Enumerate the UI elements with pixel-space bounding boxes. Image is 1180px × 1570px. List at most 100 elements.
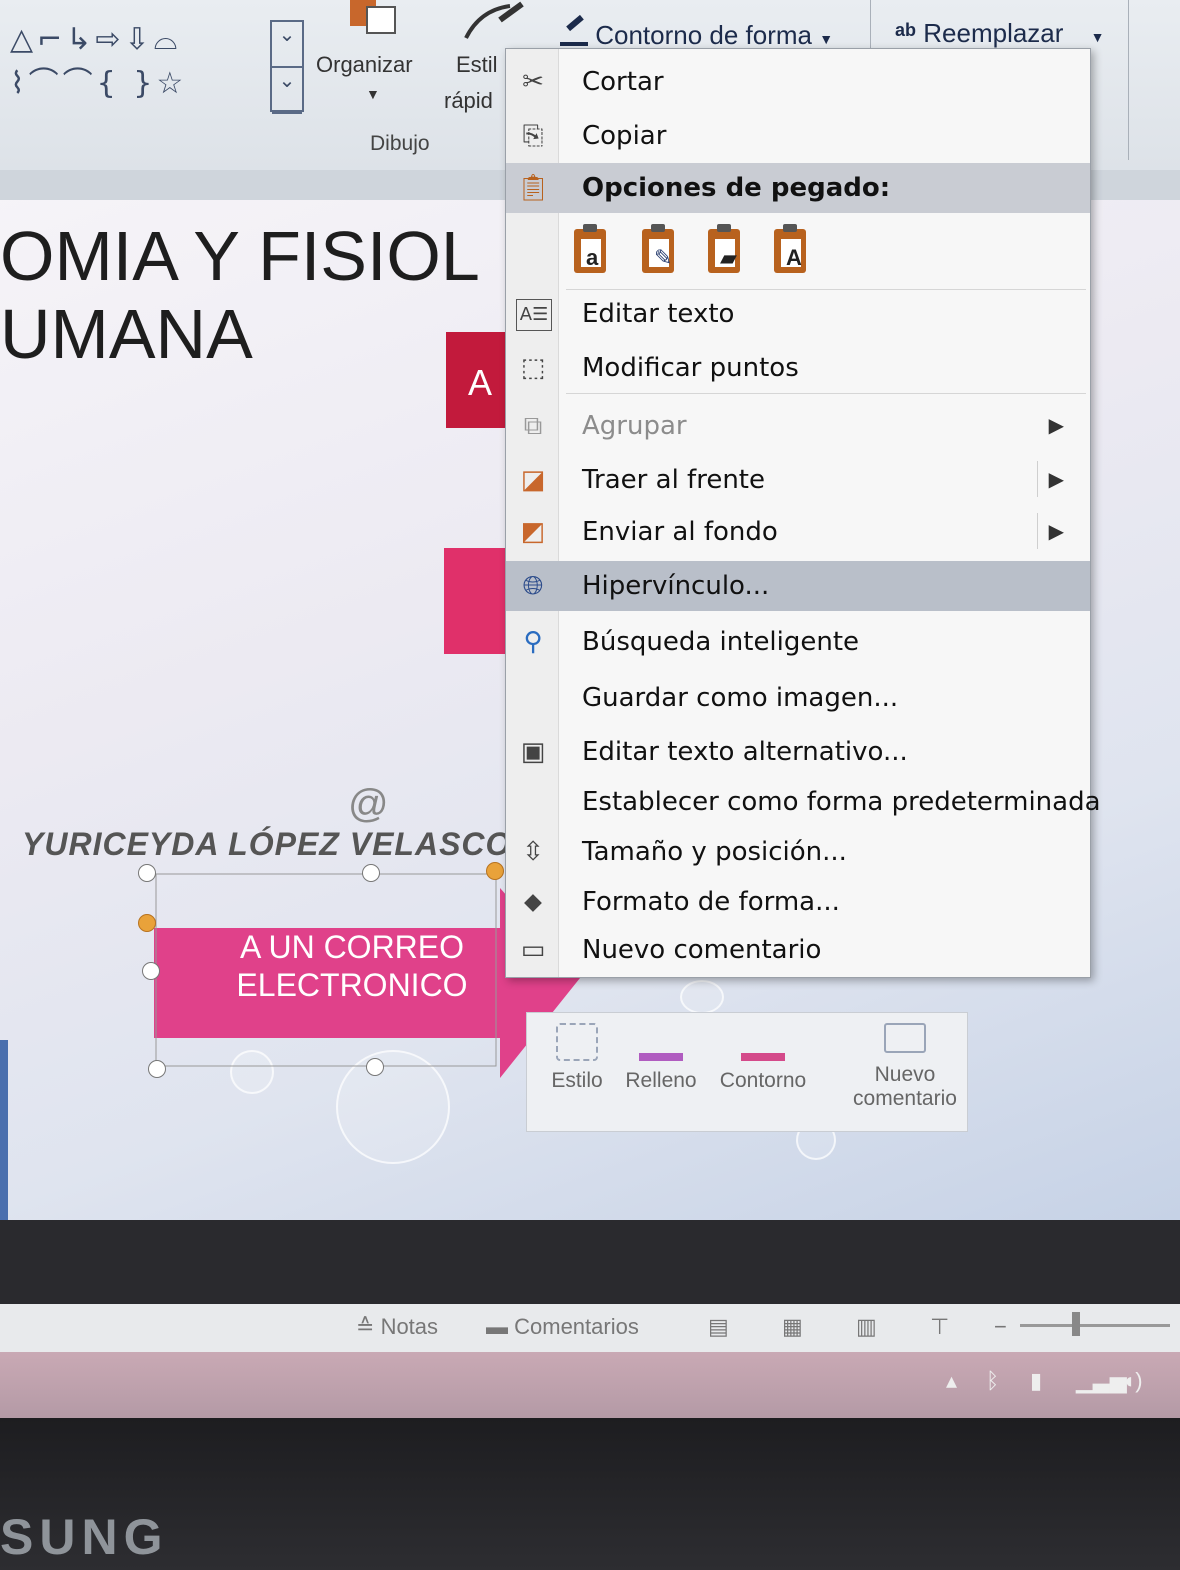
notas-button[interactable]: ≙ Notas xyxy=(356,1314,438,1340)
copy-icon: ⎘ xyxy=(522,121,544,151)
shapes-row-1[interactable]: △⌐↳⇨⇩⌓ xyxy=(10,18,310,62)
menu-item-busqueda-inteligente[interactable]: ⚲ Búsqueda inteligente xyxy=(506,617,1090,667)
comentarios-button[interactable]: ▬ Comentarios xyxy=(486,1314,639,1340)
menu-item-copiar[interactable]: ⎘ Copiar xyxy=(506,111,1090,161)
resize-handle[interactable] xyxy=(148,1060,166,1078)
quick-styles-brush-icon[interactable] xyxy=(460,0,530,44)
slide-title-line-1[interactable]: OMIA Y FISIOL xyxy=(0,216,480,296)
nuevo-comentario-button[interactable]: Nuevo comentario xyxy=(845,1023,965,1111)
edit-points-icon: ⬚ xyxy=(520,353,546,383)
menu-item-editar-texto[interactable]: A☰ Editar texto xyxy=(506,289,1090,339)
menu-item-label: Tamaño y posición... xyxy=(582,837,847,867)
nuevo-label-line-1: Nuevo xyxy=(874,1063,936,1086)
menu-item-enviar-al-fondo[interactable]: ◩ Enviar al fondo ▶ xyxy=(506,507,1090,557)
chevron-down-icon: ▼ xyxy=(819,31,834,47)
menu-item-hipervinculo[interactable]: 🌐︎ Hipervínculo... xyxy=(506,561,1090,611)
menu-item-nuevo-comentario[interactable]: ▭ Nuevo comentario xyxy=(506,925,1090,975)
shapes-row-2[interactable]: ⌇⌒⌒{ }☆ xyxy=(10,62,310,106)
notes-icon: ≙ xyxy=(356,1314,375,1339)
menu-item-traer-al-frente[interactable]: ◪ Traer al frente ▶ xyxy=(506,455,1090,505)
edit-text-icon: A☰ xyxy=(516,299,552,331)
reemplazar-label: Reemplazar xyxy=(923,18,1064,48)
submenu-divider xyxy=(1037,461,1038,497)
signal-icon[interactable]: ▁▃▅ xyxy=(1076,1368,1127,1394)
arrange-icon[interactable] xyxy=(350,0,402,34)
estilos-rapidos-button[interactable]: Estil xyxy=(456,52,498,78)
menu-item-tamano-posicion[interactable]: ⇳ Tamaño y posición... xyxy=(506,827,1090,877)
scissors-icon: ✂ xyxy=(522,67,544,97)
resize-handle[interactable] xyxy=(138,864,156,882)
section-label: Opciones de pegado: xyxy=(582,173,891,203)
clipboard-icon: 📋︎ xyxy=(516,173,550,203)
gallery-more-icon[interactable]: ⌄ xyxy=(272,68,302,114)
menu-item-establecer-predeterminada[interactable]: Establecer como forma predeterminada xyxy=(506,777,1101,827)
bluetooth-icon[interactable]: ᛒ xyxy=(986,1368,999,1394)
reading-view-icon[interactable]: ▥ xyxy=(856,1314,877,1340)
battery-icon[interactable]: ▮ xyxy=(1030,1368,1042,1394)
slideshow-view-icon[interactable]: ⊤ xyxy=(930,1314,949,1340)
shapes-gallery[interactable]: △⌐↳⇨⇩⌓ ⌇⌒⌒{ }☆ xyxy=(10,18,310,118)
slide-sorter-view-icon[interactable]: ▦ xyxy=(782,1314,803,1340)
adjust-handle[interactable] xyxy=(486,862,504,880)
contorno-label: Contorno xyxy=(719,1069,807,1092)
bring-to-front-icon: ◪ xyxy=(520,465,546,495)
smart-lookup-icon: ⚲ xyxy=(523,627,543,657)
contorno-forma-button[interactable]: Contorno de forma ▼ xyxy=(560,14,834,51)
shapes-gallery-scroll[interactable]: ⌄ ⌄ xyxy=(270,20,304,114)
organizar-dropdown-icon[interactable]: ▼ xyxy=(366,86,380,102)
menu-item-modificar-puntos[interactable]: ⬚ Modificar puntos xyxy=(506,343,1090,393)
adjust-handle[interactable] xyxy=(138,914,156,932)
paste-picture-icon[interactable]: ▰ xyxy=(704,223,746,275)
comentarios-label: Comentarios xyxy=(514,1314,639,1339)
menu-item-label: Modificar puntos xyxy=(582,353,799,383)
menu-item-label: Enviar al fondo xyxy=(582,517,778,547)
menu-item-label: Cortar xyxy=(582,67,664,97)
menu-item-editar-texto-alternativo[interactable]: ▣ Editar texto alternativo... xyxy=(506,727,1090,777)
windows-taskbar: ▴ ᛒ ▮ ▁▃▅ ◖) xyxy=(0,1352,1180,1418)
size-position-icon: ⇳ xyxy=(522,837,544,867)
author-name[interactable]: YURICEYDA LÓPEZ VELASCO xyxy=(22,826,511,863)
style-icon xyxy=(556,1023,598,1061)
resize-handle[interactable] xyxy=(366,1058,384,1076)
paste-destination-theme-icon[interactable]: ✎ xyxy=(638,223,680,275)
gallery-scroll-down-icon[interactable]: ⌄ xyxy=(272,22,302,68)
alt-text-icon: ▣ xyxy=(520,737,546,767)
group-icon: ⧉ xyxy=(523,411,543,441)
menu-item-cortar[interactable]: ✂ Cortar xyxy=(506,57,1090,107)
estilo-label: Estilo xyxy=(551,1069,603,1092)
zoom-slider[interactable] xyxy=(1020,1324,1170,1327)
zoom-slider-thumb[interactable] xyxy=(1072,1312,1080,1336)
volume-icon[interactable]: ◖) xyxy=(1122,1368,1143,1394)
slide-title-line-2[interactable]: UMANA xyxy=(0,294,253,374)
menu-separator xyxy=(566,393,1086,394)
resize-handle[interactable] xyxy=(362,864,380,882)
normal-view-icon[interactable]: ▤ xyxy=(708,1314,729,1340)
organizar-button[interactable]: Organizar xyxy=(316,52,413,78)
monitor-bezel xyxy=(0,1418,1180,1570)
decorative-bubble xyxy=(680,980,724,1014)
submenu-arrow-icon[interactable]: ▶ xyxy=(1049,467,1064,492)
menu-item-label: Búsqueda inteligente xyxy=(582,627,860,657)
chevron-down-icon[interactable]: ▼ xyxy=(1091,29,1105,45)
hyperlink-icon: 🌐︎ xyxy=(522,571,544,601)
relleno-button[interactable]: Relleno xyxy=(611,1023,711,1093)
pink-shape[interactable] xyxy=(444,548,514,654)
menu-item-agrupar[interactable]: ⧉ Agrupar ▶ xyxy=(506,401,1090,451)
paste-keep-source-icon[interactable]: a xyxy=(570,223,612,275)
menu-item-label: Traer al frente xyxy=(582,465,765,495)
submenu-arrow-icon[interactable]: ▶ xyxy=(1049,519,1064,544)
paint-bucket-icon xyxy=(639,1023,683,1061)
contorno-button[interactable]: Contorno xyxy=(713,1023,813,1093)
menu-item-formato-forma[interactable]: ⬥ Formato de forma... xyxy=(506,877,1090,927)
reemplazar-button[interactable]: ab Reemplazar ▼ xyxy=(895,18,1105,49)
zoom-out-icon[interactable]: − xyxy=(994,1314,1007,1340)
menu-item-label: Guardar como imagen... xyxy=(582,683,899,713)
tray-overflow-icon[interactable]: ▴ xyxy=(946,1368,957,1394)
menu-item-label: Formato de forma... xyxy=(582,887,840,917)
send-to-back-icon: ◩ xyxy=(520,517,546,547)
resize-handle[interactable] xyxy=(142,962,160,980)
menu-item-guardar-como-imagen[interactable]: Guardar como imagen... xyxy=(506,673,1090,723)
format-shape-icon: ⬥ xyxy=(523,887,543,917)
status-bar: ≙ Notas ▬ Comentarios ▤ ▦ ▥ ⊤ − xyxy=(0,1304,1180,1352)
paste-text-only-icon[interactable]: A xyxy=(770,223,812,275)
